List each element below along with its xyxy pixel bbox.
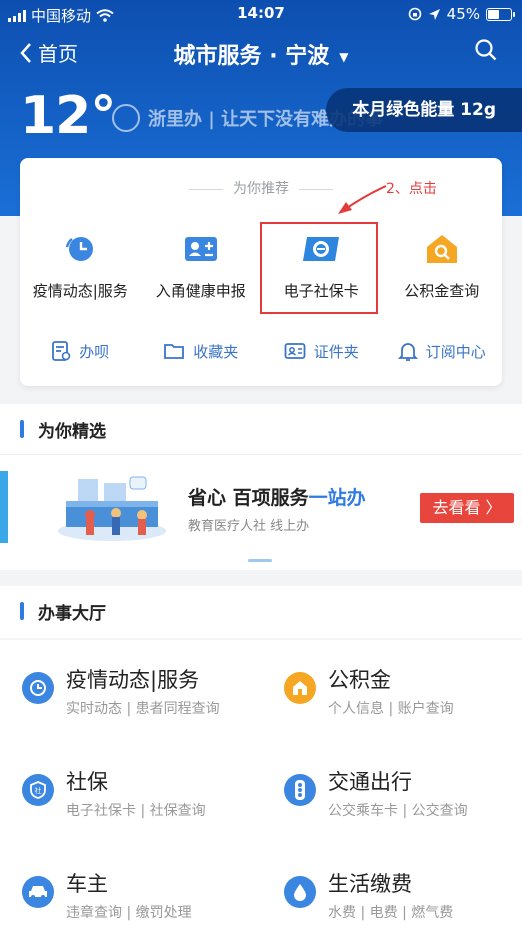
service-name: 社保 (66, 770, 108, 794)
action-banbei[interactable]: 办呗 (20, 340, 141, 362)
service-utilities[interactable]: 生活缴费 水费 | 电费 | 燃气费 (284, 868, 522, 934)
document-icon (52, 341, 71, 361)
house-icon (284, 672, 316, 704)
service-epidemic[interactable]: 疫情动态|服务 实时动态 | 患者同程查询 (22, 664, 282, 744)
clock-refresh-icon (22, 672, 54, 704)
shield-icon: 社 (22, 774, 54, 806)
service-hall: 疫情动态|服务 实时动态 | 患者同程查询 公积金 个人信息 | 账户查询 社 … (0, 640, 522, 934)
service-housing-fund[interactable]: 公积金 个人信息 | 账户查询 (284, 664, 522, 744)
city-selector[interactable]: 城市服务 · 宁波 ▼ (0, 38, 522, 70)
search-button[interactable] (474, 38, 498, 66)
page-title: 城市服务 · 宁波 (173, 44, 330, 69)
id-card-icon (284, 343, 306, 359)
service-transport[interactable]: 交通出行 公交乘车卡 | 公交查询 (284, 766, 522, 846)
service-name: 公积金 (328, 668, 391, 692)
service-name: 交通出行 (328, 770, 412, 794)
battery-icon (486, 7, 515, 21)
section-accent-bar (20, 602, 24, 620)
clock-refresh-icon (66, 237, 94, 261)
action-id-wallet-label: 证件夹 (313, 342, 359, 361)
featured-title: 为你精选 (38, 422, 106, 442)
zheliban-logo-icon (112, 104, 140, 132)
action-favorites[interactable]: 收藏夹 (141, 340, 262, 362)
carousel-indicator (248, 559, 272, 562)
action-banbei-label: 办呗 (79, 342, 110, 361)
folder-icon (164, 344, 185, 359)
featured-banner[interactable]: 省心 百项服务一站办 教育医疗人社 线上办 去看看 〉 (0, 454, 522, 570)
quick-housing-fund-label: 公积金查询 (404, 282, 480, 300)
bell-icon (397, 343, 418, 361)
service-sub: 电子社保卡 | 社保查询 (66, 803, 206, 819)
action-subscription[interactable]: 订阅中心 (382, 340, 503, 362)
green-energy-badge[interactable]: 本月绿色能量 12g (326, 88, 522, 132)
service-sub: 个人信息 | 账户查询 (328, 701, 454, 717)
caret-down-icon: ▼ (339, 50, 349, 64)
banner-title-a: 省心 百项服务 (188, 487, 309, 509)
service-hall-illustration (58, 476, 166, 541)
highlight-box (260, 222, 378, 314)
temperature: 12° (20, 86, 116, 146)
id-card-plus-icon (184, 237, 217, 261)
banner-title: 省心 百项服务一站办 (188, 483, 366, 510)
section-accent-bar (20, 420, 24, 438)
service-name: 疫情动态|服务 (66, 668, 200, 692)
svg-text:社: 社 (35, 786, 42, 795)
quick-health-declare-label: 入甬健康申报 (155, 282, 246, 300)
banner-edge (0, 471, 8, 543)
search-icon (475, 39, 497, 61)
action-subscription-label: 订阅中心 (425, 342, 486, 361)
house-search-icon (426, 235, 457, 263)
water-drop-icon (284, 876, 316, 908)
recommend-card: 为你推荐 2、点击 疫情动态|服务 入甬健康申报 电子社保卡 公积金查询 办呗 … (20, 158, 502, 386)
banner-go-button[interactable]: 去看看 〉 (420, 493, 514, 523)
action-favorites-label: 收藏夹 (193, 342, 239, 361)
featured-section-header: 为你精选 (0, 404, 522, 456)
banner-title-b: 一站办 (308, 487, 366, 509)
annotation-arrow-icon (338, 185, 387, 214)
service-sub: 公交乘车卡 | 公交查询 (328, 803, 468, 819)
lock-rotation-icon (408, 7, 421, 21)
service-sub: 违章查询 | 缴罚处理 (66, 905, 192, 921)
traffic-light-icon (284, 774, 316, 806)
status-bar: 中国移动 14:07 45% (0, 0, 522, 28)
hall-section-header: 办事大厅 (0, 586, 522, 638)
quick-health-declare[interactable]: 入甬健康申报 (141, 232, 262, 301)
car-icon (22, 876, 54, 908)
service-name: 生活缴费 (328, 872, 412, 896)
action-id-wallet[interactable]: 证件夹 (261, 340, 382, 362)
location-arrow-icon (428, 8, 440, 20)
quick-housing-fund[interactable]: 公积金查询 (382, 232, 503, 301)
nav-bar: 首页 城市服务 · 宁波 ▼ (0, 34, 522, 74)
service-name: 车主 (66, 872, 108, 896)
quick-epidemic[interactable]: 疫情动态|服务 (20, 232, 141, 301)
service-car-owner[interactable]: 车主 违章查询 | 缴罚处理 (22, 868, 282, 934)
service-sub: 实时动态 | 患者同程查询 (66, 701, 220, 717)
banner-subtitle: 教育医疗人社 线上办 (188, 519, 310, 534)
battery-percent: 45% (446, 5, 480, 23)
click-annotation: 2、点击 (386, 181, 437, 197)
service-social-security[interactable]: 社 社保 电子社保卡 | 社保查询 (22, 766, 282, 846)
service-sub: 水费 | 电费 | 燃气费 (328, 905, 454, 921)
hall-title: 办事大厅 (38, 604, 106, 624)
quick-epidemic-label: 疫情动态|服务 (32, 282, 128, 300)
